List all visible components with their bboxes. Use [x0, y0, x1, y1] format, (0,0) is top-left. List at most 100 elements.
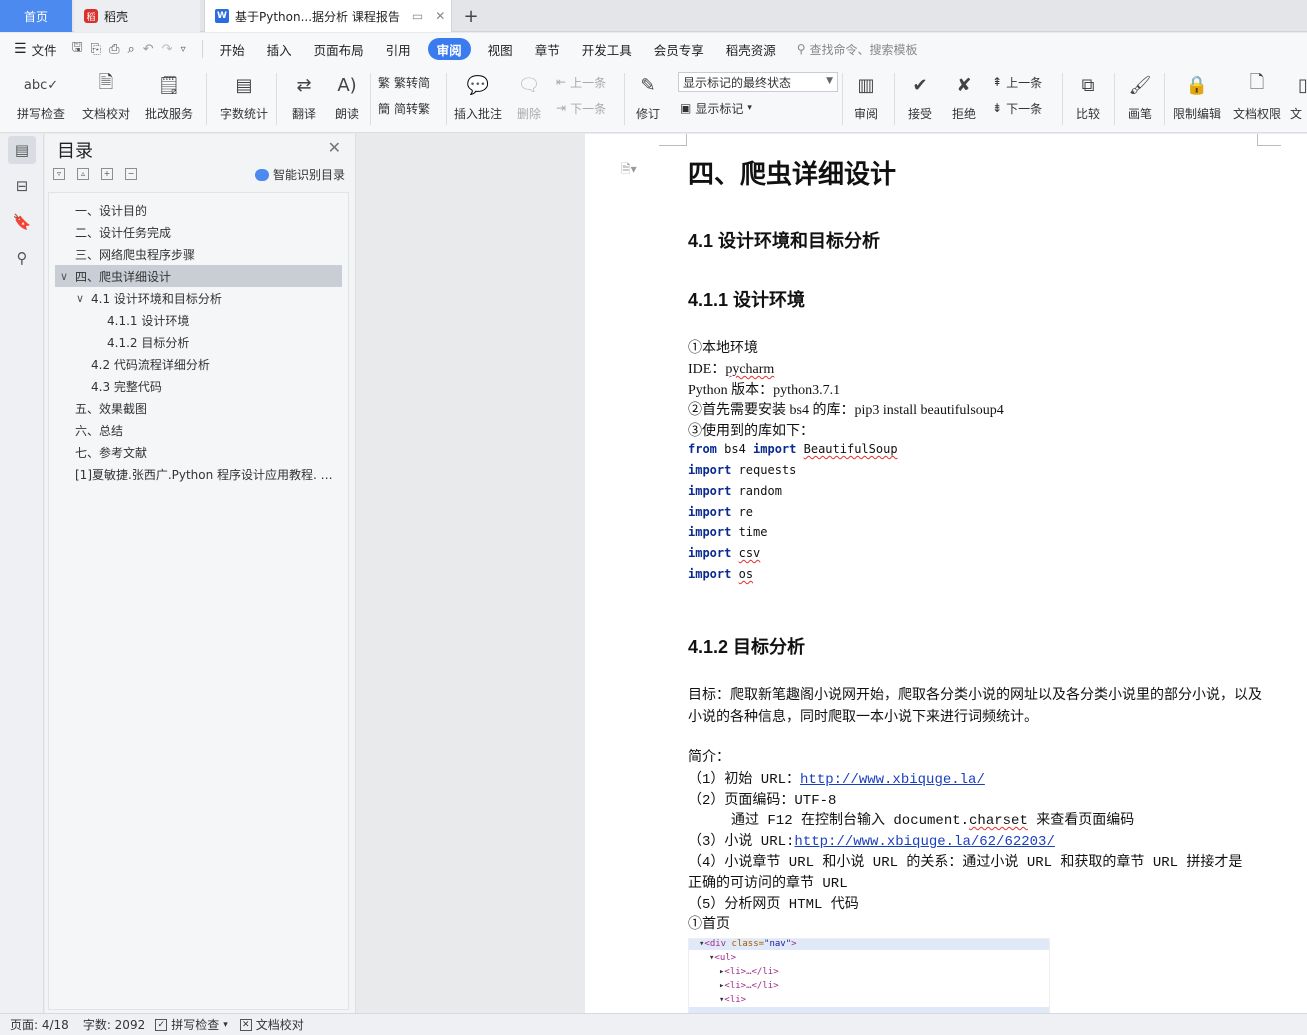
delete-comment-button[interactable]: 🗨 删除 [510, 69, 548, 129]
spell-check-button[interactable]: abc✓ 拼写检查 [12, 69, 70, 129]
close-tab-icon[interactable]: ✕ [435, 9, 445, 23]
start-url-link[interactable]: http://www.xbiquge.la/ [800, 772, 985, 788]
toc-item[interactable]: 一、设计目的 [55, 199, 342, 221]
toc-item[interactable]: 六、总结 [55, 419, 342, 441]
toc-item[interactable]: 三、网络爬虫程序步骤 [55, 243, 342, 265]
chapter-nav-icon[interactable]: ⊟ [8, 172, 36, 200]
toc-item[interactable]: 五、效果截图 [55, 397, 342, 419]
reject-button[interactable]: ✘ 拒绝 [946, 69, 982, 129]
novel-url-link[interactable]: http://www.xbiquge.la/62/62203/ [794, 834, 1054, 850]
toc-item[interactable]: [1]夏敏捷.张西广.Python 程序设计应用教程. … [55, 463, 342, 485]
devtools-attr: class= [726, 939, 765, 949]
toc-pane-icon[interactable]: ▤ [8, 136, 36, 164]
status-spell-label: 拼写检查 [171, 1018, 220, 1032]
toc-item[interactable]: 4.1.2 目标分析 [55, 331, 342, 353]
translate-label: 翻译 [291, 107, 316, 121]
tab-daoke[interactable]: 稻 稻壳 [74, 0, 200, 32]
code-keyword: import [688, 567, 732, 581]
doc-permission-icon: 🗋 [1249, 72, 1265, 93]
customize-chevron-down-icon[interactable]: ▿ [181, 44, 186, 55]
toc-item[interactable]: ∨ 4.1 设计环境和目标分析 [55, 287, 342, 309]
translate-button[interactable]: ⇄ 翻译 [286, 69, 322, 129]
read-aloud-button[interactable]: A) 朗读 [330, 69, 364, 129]
bookmark-icon[interactable]: 🔖 [8, 208, 36, 236]
simp-to-trad-icon: 簡 [378, 101, 391, 116]
tab-home[interactable]: 首页 [0, 0, 72, 32]
review-pane-button[interactable]: ▥ 审阅 [848, 69, 884, 129]
intro-item-2b: 通过 F12 在控制台输入 document.charset 来查看页面编码 [731, 809, 1134, 829]
status-spell-check[interactable]: ✓ 拼写检查 ▾ [155, 1016, 228, 1033]
export-icon[interactable]: ⎘ [91, 42, 101, 57]
word-count-indicator[interactable]: 字数: 2092 [83, 1016, 145, 1033]
trad-to-simp-button[interactable]: 繁 繁转简 [378, 73, 430, 91]
toc-title: 目录 [57, 141, 93, 162]
toc-item-selected[interactable]: ∨ 四、爬虫详细设计 [55, 265, 342, 287]
ribbon-divider [894, 73, 895, 125]
toc-item[interactable]: 4.1.1 设计环境 [55, 309, 342, 331]
chevron-down-icon: ▾ [223, 1019, 228, 1030]
file-menu[interactable]: ☰ 文件 [0, 38, 68, 60]
smart-toc-button[interactable]: 智能识别目录 [255, 166, 345, 183]
remove-heading-icon[interactable]: − [125, 168, 137, 180]
search-icon: ⚲ [796, 42, 806, 56]
track-changes-icon: ✎ [640, 74, 656, 96]
chevron-down-icon[interactable]: ∨ [60, 270, 68, 283]
compare-button[interactable]: ⧉ 比较 [1068, 69, 1108, 129]
menu-start[interactable]: 开始 [209, 38, 256, 60]
pen-button[interactable]: 🖌 画笔 [1122, 69, 1158, 129]
toc-item[interactable]: 4.2 代码流程详细分析 [55, 353, 342, 375]
menu-daoke-resources[interactable]: 稻壳资源 [715, 38, 787, 60]
collapse-all-icon[interactable]: ▿ [53, 168, 65, 180]
quick-access-toolbar: 🖫 ⎘ ⎙ ⌕ ↶ ↷ ▿ [72, 38, 186, 60]
command-search[interactable]: ⚲ 查找命令、搜索模板 [797, 41, 918, 58]
insert-comment-button[interactable]: 💬 插入批注 [452, 69, 504, 129]
expand-up-icon[interactable]: ▵ [77, 168, 89, 180]
track-changes-button[interactable]: ✎ 修订 [630, 69, 666, 129]
menu-review[interactable]: 审阅 [427, 38, 471, 60]
print-icon[interactable]: ⎙ [109, 42, 119, 57]
paragraph-layout-icon[interactable]: 🗎▾ [621, 160, 637, 181]
close-icon[interactable]: ✕ [328, 138, 341, 157]
doc-check-icon: 🗎 [98, 72, 114, 93]
new-tab-button[interactable]: + [458, 0, 484, 32]
ribbon-divider [1164, 73, 1165, 125]
menu-member[interactable]: 会员专享 [643, 38, 715, 60]
redo-icon[interactable]: ↷ [162, 42, 173, 57]
save-icon[interactable]: 🖫 [72, 38, 83, 60]
doc-more-button[interactable]: ▯ 文 [1290, 69, 1307, 129]
markup-state-select[interactable]: 显示标记的最终状态 ▼ [678, 72, 838, 92]
menu-insert[interactable]: 插入 [256, 38, 303, 60]
print-preview-icon[interactable]: ⌕ [127, 42, 134, 57]
toc-item[interactable]: 4.3 完整代码 [55, 375, 342, 397]
restrict-edit-button[interactable]: 🔒 限制编辑 [1170, 69, 1224, 129]
pin-icon[interactable]: ▭ [412, 9, 423, 23]
document-page[interactable]: 🗎▾ 四、爬虫详细设计 4.1 设计环境和目标分析 4.1.1 设计环境 ①本地… [585, 134, 1307, 1013]
devtools-screenshot: ▾<div class="nav"> ▾<ul> ▸<li>…</li> ▸<l… [688, 938, 1050, 1013]
word-count-button[interactable]: ▤ 字数统计 [218, 69, 270, 129]
show-markup-button[interactable]: ▣ 显示标记 ▾ [680, 99, 752, 117]
doc-check-button[interactable]: 🗎 文档校对 [80, 69, 132, 129]
menu-section[interactable]: 章节 [524, 38, 571, 60]
menu-page-layout[interactable]: 页面布局 [303, 38, 375, 60]
page-indicator[interactable]: 页面: 4/18 [10, 1016, 69, 1033]
next-change-button[interactable]: ⇟ 下一条 [992, 99, 1042, 117]
accept-button[interactable]: ✔ 接受 [902, 69, 938, 129]
doc-permission-button[interactable]: 🗋 文档权限 [1230, 69, 1284, 129]
next-comment-button[interactable]: ⇥ 下一条 [556, 99, 606, 117]
toc-item[interactable]: 七、参考文献 [55, 441, 342, 463]
status-proofread[interactable]: ✕ 文档校对 [239, 1016, 304, 1033]
prev-change-button[interactable]: ⇞ 上一条 [992, 73, 1042, 91]
find-icon[interactable]: ⚲ [8, 244, 36, 272]
simp-to-trad-button[interactable]: 簡 简转繁 [378, 99, 430, 117]
menu-view[interactable]: 视图 [477, 38, 524, 60]
menu-dev-tools[interactable]: 开发工具 [571, 38, 643, 60]
chevron-down-icon[interactable]: ∨ [76, 292, 84, 305]
add-heading-icon[interactable]: + [101, 168, 113, 180]
prev-change-label: 上一条 [1006, 75, 1043, 90]
tab-document[interactable]: W 基于Python...据分析 课程报告 ▭ ✕ [204, 0, 452, 32]
prev-comment-button[interactable]: ⇤ 上一条 [556, 73, 606, 91]
undo-icon[interactable]: ↶ [143, 42, 154, 57]
correction-service-button[interactable]: 🗒 批改服务 [140, 69, 198, 129]
menu-references[interactable]: 引用 [375, 38, 422, 60]
toc-item[interactable]: 二、设计任务完成 [55, 221, 342, 243]
